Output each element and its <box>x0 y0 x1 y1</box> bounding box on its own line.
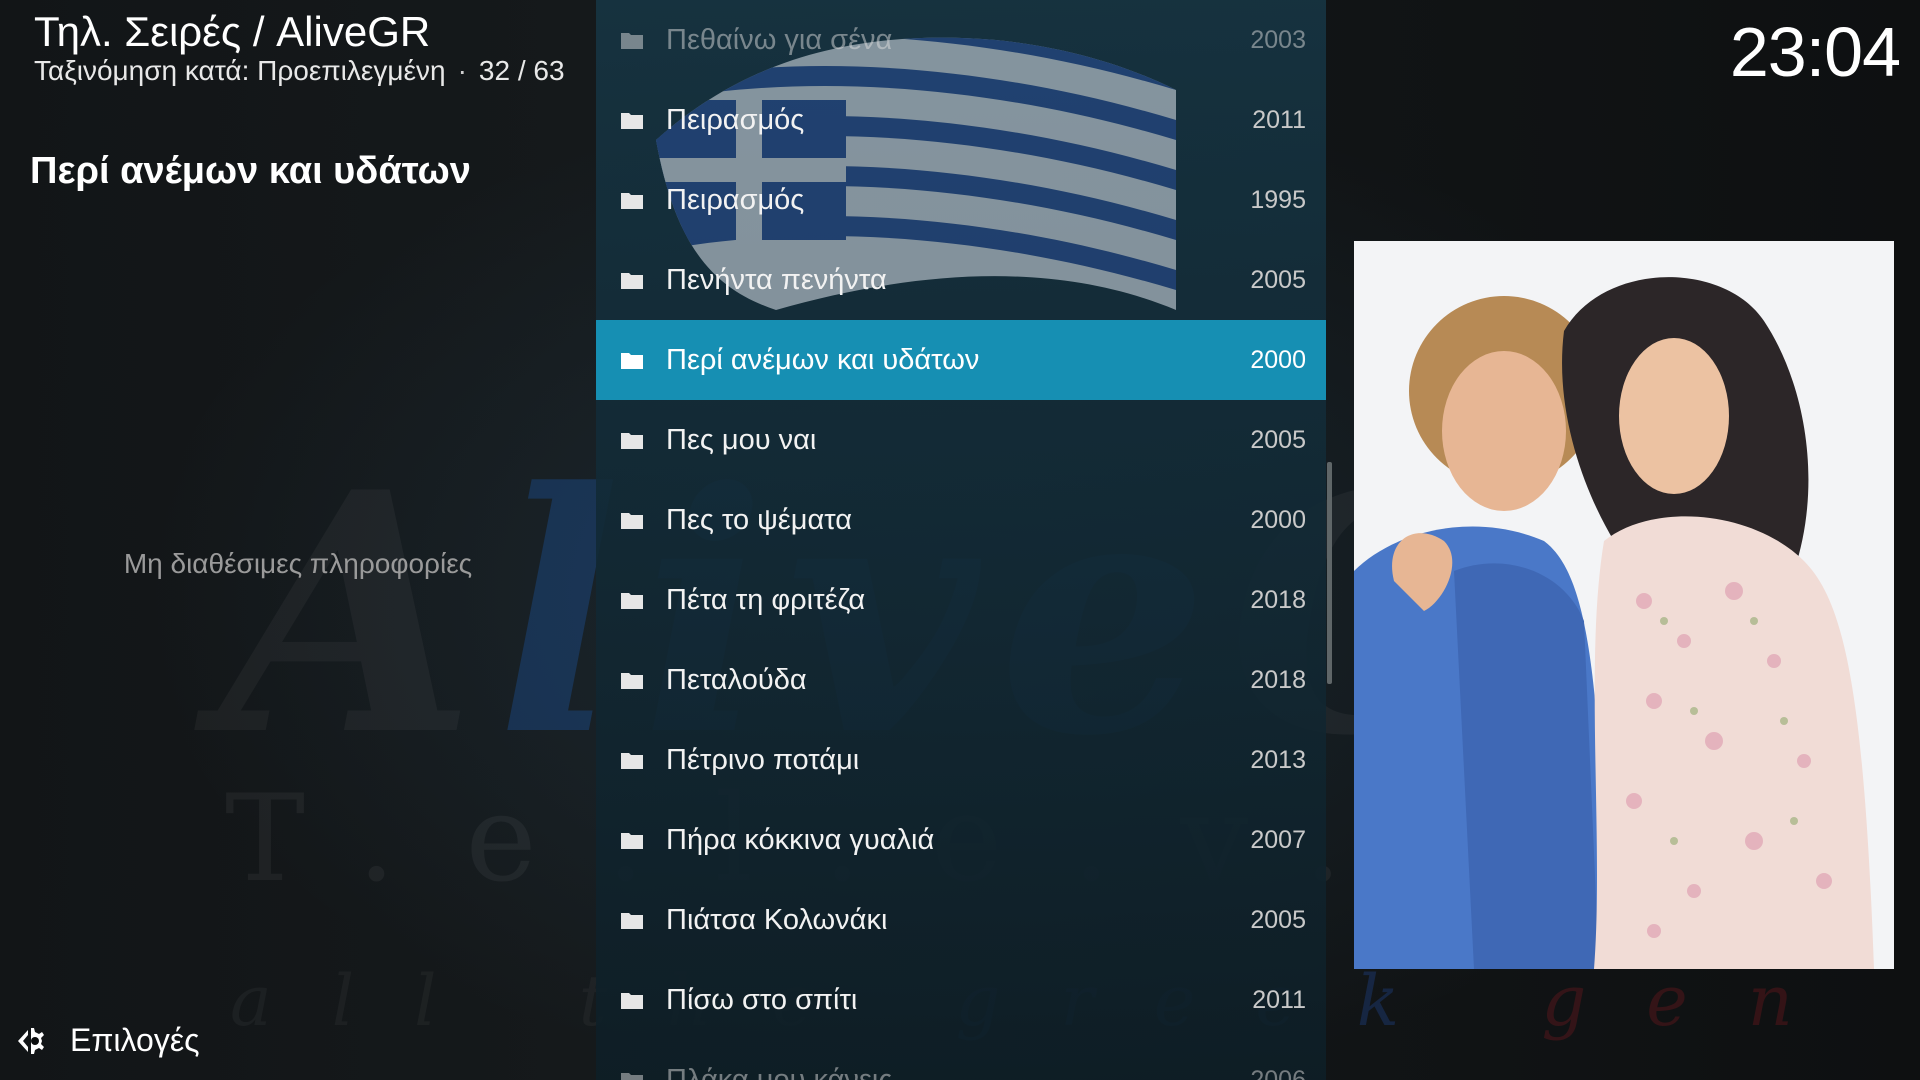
list-item[interactable]: Πεταλούδα 2018 <box>596 640 1326 720</box>
list-item-title: Πεθαίνω για σένα <box>666 23 893 56</box>
sort-label[interactable]: Ταξινόμηση κατά: Προεπιλεγμένη <box>34 55 446 86</box>
series-poster <box>1354 241 1894 969</box>
list-item-title: Πες μου ναι <box>666 423 817 456</box>
list-item-title: Πλάκα μου κάνεις <box>666 1063 893 1080</box>
clock: 23:04 <box>1729 13 1901 91</box>
breadcrumb-title: Τηλ. Σειρές / AliveGR <box>34 8 431 55</box>
list-item-title: Πιάτσα Κολωνάκι <box>666 903 888 936</box>
list-item[interactable]: Πες μου ναι 2005 <box>596 400 1326 480</box>
folder-icon <box>621 593 643 609</box>
list-item-title: Πεταλούδα <box>666 663 807 696</box>
list-item-title: Πες το ψέματα <box>666 503 853 536</box>
options-label: Επιλογές <box>70 1022 200 1058</box>
list-item-title: Πίσω στο σπίτι <box>666 983 858 1016</box>
list-item-year: 2005 <box>1250 905 1306 934</box>
list-item[interactable]: Πενήντα πενήντα 2005 <box>596 240 1326 320</box>
list-item[interactable]: Πέτα τη φριτέζα 2018 <box>596 560 1326 640</box>
list-item-year: 2005 <box>1250 425 1306 454</box>
folder-icon <box>621 193 643 209</box>
selected-item-title: Περί ανέμων και υδάτων <box>30 150 471 192</box>
list-item-title: Πειρασμός <box>666 183 805 216</box>
no-info-message: Μη διαθέσιμες πληροφορίες <box>123 548 473 579</box>
list-item-year: 2005 <box>1250 265 1306 294</box>
folder-icon <box>621 273 643 289</box>
list-item[interactable]: Πεθαίνω για σένα 2003 <box>596 0 1326 80</box>
folder-icon <box>621 513 643 529</box>
list-item-title: Περί ανέμων και υδάτων <box>666 343 980 376</box>
list-item-year: 2006 <box>1250 1065 1306 1080</box>
options-gear-icon <box>18 1027 44 1054</box>
list-item-title: Πενήντα πενήντα <box>666 263 887 296</box>
list-item-selected[interactable]: Περί ανέμων και υδάτων 2000 <box>596 320 1326 400</box>
list-scrollbar[interactable] <box>1327 462 1332 684</box>
folder-icon <box>621 113 643 129</box>
folder-icon <box>621 833 643 849</box>
list-item-year: 2011 <box>1252 985 1306 1014</box>
list-item-year: 2018 <box>1250 665 1306 694</box>
list-item-title: Πειρασμός <box>666 103 805 136</box>
list-item[interactable]: Πέτρινο ποτάμι 2013 <box>596 720 1326 800</box>
list-item-year: 2000 <box>1250 345 1306 374</box>
list-item-year: 2000 <box>1250 505 1306 534</box>
list-item-year: 2013 <box>1250 745 1306 774</box>
list-position-counter: 32 / 63 <box>478 55 565 86</box>
folder-icon <box>621 33 643 49</box>
poster-artwork <box>1354 241 1894 969</box>
options-menu[interactable]: Επιλογές <box>14 1022 200 1059</box>
folder-icon <box>621 433 643 449</box>
folder-icon <box>621 993 643 1009</box>
list-item[interactable]: Πήρα κόκκινα γυαλιά 2007 <box>596 800 1326 880</box>
list-item-year: 2007 <box>1250 825 1306 854</box>
list-item[interactable]: Πειρασμός 2011 <box>596 80 1326 160</box>
list-item-year: 2011 <box>1252 105 1306 134</box>
list-item-year: 2003 <box>1250 25 1306 54</box>
sort-info: Ταξινόμηση κατά: Προεπιλεγμένη · 32 / 63 <box>34 54 565 88</box>
folder-icon <box>621 1073 643 1080</box>
list-item[interactable]: Πλάκα μου κάνεις 2006 <box>596 1040 1326 1080</box>
folder-icon <box>621 913 643 929</box>
folder-icon <box>621 753 643 769</box>
list-item[interactable]: Πιάτσα Κολωνάκι 2005 <box>596 880 1326 960</box>
kodi-media-window: AliveG T.e.l.e.v.i.s all the greek gen Τ… <box>0 0 1920 1080</box>
folder-icon <box>621 673 643 689</box>
separator: · <box>457 55 467 86</box>
list-item-year: 2018 <box>1250 585 1306 614</box>
list-item-year: 1995 <box>1250 185 1306 214</box>
list-item[interactable]: Πες το ψέματα 2000 <box>596 480 1326 560</box>
list-item-title: Πέτα τη φριτέζα <box>666 583 866 616</box>
list-item-title: Πέτρινο ποτάμι <box>666 743 860 776</box>
list-item[interactable]: Πίσω στο σπίτι 2011 <box>596 960 1326 1040</box>
series-list[interactable]: Πεθαίνω για σένα 2003 Πειρασμός 2011 Πειρασμ… <box>596 0 1326 1080</box>
folder-icon <box>621 353 643 369</box>
list-item-title: Πήρα κόκκινα γυαλιά <box>666 823 935 856</box>
list-item[interactable]: Πειρασμός 1995 <box>596 160 1326 240</box>
